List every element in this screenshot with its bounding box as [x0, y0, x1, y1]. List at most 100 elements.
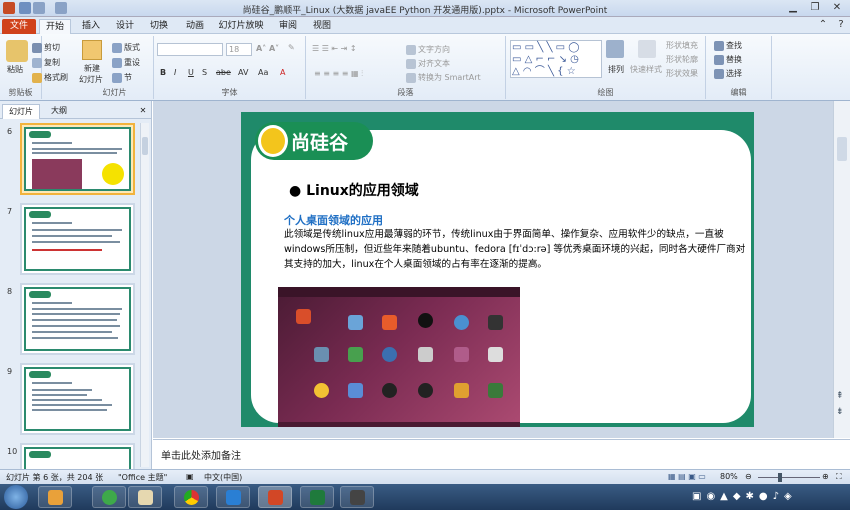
- slide-thumbnail-10[interactable]: [20, 443, 135, 473]
- layout-button[interactable]: 版式: [112, 42, 140, 53]
- next-slide-icon[interactable]: ⇟: [836, 407, 844, 417]
- select-button[interactable]: 选择: [714, 68, 742, 79]
- help-icon[interactable]: ?: [830, 18, 850, 32]
- taskbar-app[interactable]: [300, 486, 334, 508]
- start-button[interactable]: [4, 485, 28, 509]
- shape-outline-button[interactable]: 形状轮廓: [666, 54, 698, 65]
- zoom-out-icon[interactable]: ⊖: [745, 472, 752, 481]
- italic-button[interactable]: I: [174, 68, 176, 77]
- new-slide-label2[interactable]: 幻灯片: [79, 74, 103, 85]
- clear-format-icon[interactable]: ✎: [288, 43, 295, 52]
- slide-heading[interactable]: ● Linux的应用领域: [289, 180, 419, 200]
- slide-thumbnail-6[interactable]: [20, 123, 135, 195]
- paste-icon[interactable]: [6, 40, 28, 62]
- bullets-icon[interactable]: ☰ ☰ ⇤ ⇥ ↕: [312, 44, 357, 53]
- tab-view[interactable]: 视图: [307, 19, 337, 34]
- taskbar-app[interactable]: [38, 486, 72, 508]
- new-slide-label[interactable]: 新建: [84, 63, 100, 74]
- text-direction-button[interactable]: 文字方向: [406, 44, 450, 55]
- language[interactable]: 中文(中国): [204, 472, 242, 483]
- align-buttons[interactable]: ≡ ≡ ≡ ≡ ▦ ⫶: [314, 69, 363, 79]
- font-name-combo[interactable]: [157, 43, 223, 56]
- tab-insert[interactable]: 插入: [76, 19, 106, 34]
- replace-button[interactable]: 替换: [714, 54, 742, 65]
- minimize-icon[interactable]: ▁: [782, 1, 804, 15]
- close-icon[interactable]: ✕: [826, 1, 848, 15]
- slide-subtitle[interactable]: 个人桌面领域的应用: [284, 212, 383, 228]
- slide-thumbnail-9[interactable]: [20, 363, 135, 435]
- section-icon: [112, 72, 122, 83]
- zoom-in-icon[interactable]: ⊕: [822, 472, 829, 481]
- theme-name[interactable]: "Office 主题": [118, 472, 167, 483]
- copy-button[interactable]: 复制: [32, 57, 60, 68]
- taskbar-app[interactable]: [128, 486, 162, 508]
- view-buttons[interactable]: ▦ ▤ ▣ ▭: [668, 472, 706, 481]
- underline-button[interactable]: U: [188, 68, 194, 77]
- font-size-combo[interactable]: 18: [226, 43, 252, 56]
- slide-body-text[interactable]: 此领域是传统linux应用最薄弱的环节，传统linux由于界面简单、操作复杂、应…: [284, 227, 750, 272]
- taskbar-app[interactable]: [258, 486, 292, 508]
- strikethrough-button[interactable]: abe: [216, 68, 231, 77]
- shapes-gallery[interactable]: ▭ ▭ ╲ ╲ ▭ ◯ ▭ △ ⌐ ⌐ ↘ ◷ △ ◠ ⌒ ╲ { ☆: [510, 40, 602, 78]
- reset-button[interactable]: 重设: [112, 57, 140, 68]
- app-icon: [454, 315, 469, 330]
- system-tray[interactable]: ▣◉▲◆✱●♪◈: [692, 491, 797, 502]
- find-button[interactable]: 查找: [714, 40, 742, 51]
- change-case-button[interactable]: Aa: [258, 68, 268, 77]
- cut-button[interactable]: 剪切: [32, 42, 60, 53]
- ubuntu-desktop-screenshot[interactable]: [278, 287, 520, 427]
- font-color-button[interactable]: A: [280, 68, 285, 77]
- scroll-thumb[interactable]: [142, 137, 148, 155]
- taskbar-app[interactable]: [92, 486, 126, 508]
- notes-pane[interactable]: 单击此处添加备注: [153, 439, 850, 468]
- grow-font-button[interactable]: A˄ A˅: [256, 44, 279, 53]
- align-text-button[interactable]: 对齐文本: [406, 58, 450, 69]
- zoom-slider-thumb[interactable]: [778, 473, 782, 482]
- shadow-button[interactable]: S: [202, 68, 207, 77]
- current-slide[interactable]: ● Linux的应用领域 个人桌面领域的应用 此领域是传统linux应用最薄弱的…: [241, 112, 754, 427]
- new-slide-icon[interactable]: [82, 40, 102, 60]
- tab-transitions[interactable]: 切换: [144, 19, 174, 34]
- char-spacing-button[interactable]: AV: [238, 68, 248, 77]
- fit-window-icon[interactable]: ⛶: [836, 472, 842, 482]
- arrange-button[interactable]: 排列: [608, 64, 624, 75]
- format-painter-button[interactable]: 格式刷: [32, 72, 68, 83]
- spellcheck-icon[interactable]: ▣: [186, 472, 194, 481]
- powerpoint-icon: [268, 490, 283, 505]
- smartart-button[interactable]: 转换为 SmartArt: [406, 72, 481, 83]
- tab-design[interactable]: 设计: [110, 19, 140, 34]
- close-panel-icon[interactable]: ✕: [137, 104, 149, 119]
- slide-thumbnail-8[interactable]: [20, 283, 135, 355]
- slide-number: 6: [7, 127, 13, 136]
- paste-button[interactable]: 粘贴: [7, 64, 23, 75]
- zoom-level[interactable]: 80%: [720, 472, 738, 481]
- tab-outline[interactable]: 大纲: [42, 104, 76, 119]
- prev-slide-icon[interactable]: ⇞: [836, 391, 844, 401]
- tab-slideshow[interactable]: 幻灯片放映: [216, 19, 266, 34]
- tab-file[interactable]: 文件: [2, 19, 36, 34]
- quick-styles-icon[interactable]: [638, 40, 656, 58]
- vertical-scrollbar[interactable]: ⇞ ⇟: [833, 101, 850, 438]
- tab-slides[interactable]: 幻灯片: [2, 104, 40, 119]
- scroll-thumb[interactable]: [837, 137, 847, 161]
- app-icon: [418, 347, 433, 362]
- restore-icon[interactable]: ❐: [804, 1, 826, 15]
- section-button[interactable]: 节: [112, 72, 132, 83]
- zoom-slider[interactable]: [758, 473, 820, 482]
- thumb-content: [24, 207, 131, 271]
- panel-scrollbar[interactable]: [140, 123, 149, 467]
- tab-review[interactable]: 审阅: [273, 19, 303, 34]
- thumb-line: [32, 222, 72, 224]
- slide-thumbnail-7[interactable]: [20, 203, 135, 275]
- tab-home[interactable]: 开始: [39, 19, 71, 34]
- tab-animations[interactable]: 动画: [180, 19, 210, 34]
- shape-effects-button[interactable]: 形状效果: [666, 68, 698, 79]
- shape-fill-button[interactable]: 形状填充: [666, 40, 698, 51]
- taskbar-app[interactable]: [216, 486, 250, 508]
- arrange-icon[interactable]: [606, 40, 624, 58]
- taskbar-app[interactable]: [340, 486, 374, 508]
- thumb-line: [32, 331, 112, 333]
- taskbar-app[interactable]: [174, 486, 208, 508]
- bold-button[interactable]: B: [160, 68, 166, 77]
- quick-styles-button[interactable]: 快速样式: [630, 64, 662, 75]
